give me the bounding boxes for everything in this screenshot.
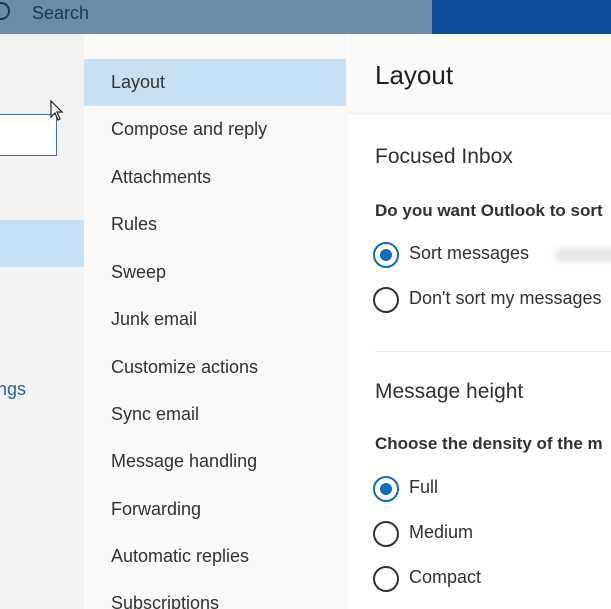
nav-item-compose-and-reply[interactable]: Compose and reply bbox=[84, 106, 346, 153]
nav-item-automatic-replies[interactable]: Automatic replies bbox=[84, 533, 346, 580]
radio-label: Compact bbox=[409, 567, 482, 587]
nav-item-attachments[interactable]: Attachments bbox=[84, 154, 346, 201]
radio-button[interactable] bbox=[373, 521, 399, 547]
message-height-heading: Message height bbox=[375, 380, 524, 403]
radio-label: Don't sort my messages bbox=[409, 288, 602, 308]
view-all-settings-link[interactable]: ngs bbox=[0, 379, 26, 400]
nav-item-layout[interactable]: Layout bbox=[84, 59, 346, 106]
message-height-question: Choose the density of the m bbox=[375, 434, 603, 453]
layout-settings-panel: Layout Focused Inbox Do you want Outlook… bbox=[349, 34, 611, 609]
top-bar-brand-area bbox=[432, 0, 611, 34]
nav-item-customize-actions[interactable]: Customize actions bbox=[84, 344, 346, 391]
page-title: Layout bbox=[375, 60, 454, 90]
radio-label: Sort messages bbox=[409, 243, 530, 263]
nav-item-rules[interactable]: Rules bbox=[84, 201, 346, 248]
radio-button[interactable] bbox=[373, 287, 399, 313]
focused-inbox-heading: Focused Inbox bbox=[375, 145, 513, 168]
radio-label: Medium bbox=[409, 522, 474, 542]
mouse-cursor-icon bbox=[50, 100, 64, 121]
nav-item-forwarding[interactable]: Forwarding bbox=[84, 486, 346, 533]
radio-button[interactable] bbox=[373, 566, 399, 592]
radio-button-checked[interactable] bbox=[373, 242, 399, 268]
radio-button-checked[interactable] bbox=[373, 476, 399, 502]
settings-search-input[interactable] bbox=[0, 114, 57, 156]
radio-label: Full bbox=[409, 477, 439, 497]
mail-settings-nav: Layout Compose and reply Attachments Rul… bbox=[84, 34, 348, 609]
nav-item-message-handling[interactable]: Message handling bbox=[84, 438, 346, 485]
settings-category-pane: ngs bbox=[0, 34, 84, 609]
nav-item-sync-email[interactable]: Sync email bbox=[84, 391, 346, 438]
search-icon[interactable] bbox=[0, 2, 10, 20]
nav-item-subscriptions[interactable]: Subscriptions bbox=[84, 580, 346, 609]
focused-inbox-question: Do you want Outlook to sort bbox=[375, 201, 603, 220]
blurred-text bbox=[555, 248, 611, 262]
nav-item-junk-email[interactable]: Junk email bbox=[84, 296, 346, 343]
nav-item-sweep[interactable]: Sweep bbox=[84, 249, 346, 296]
settings-category-mail-selected[interactable] bbox=[0, 220, 84, 267]
search-box[interactable]: Search bbox=[32, 3, 89, 24]
section-divider bbox=[375, 351, 611, 352]
